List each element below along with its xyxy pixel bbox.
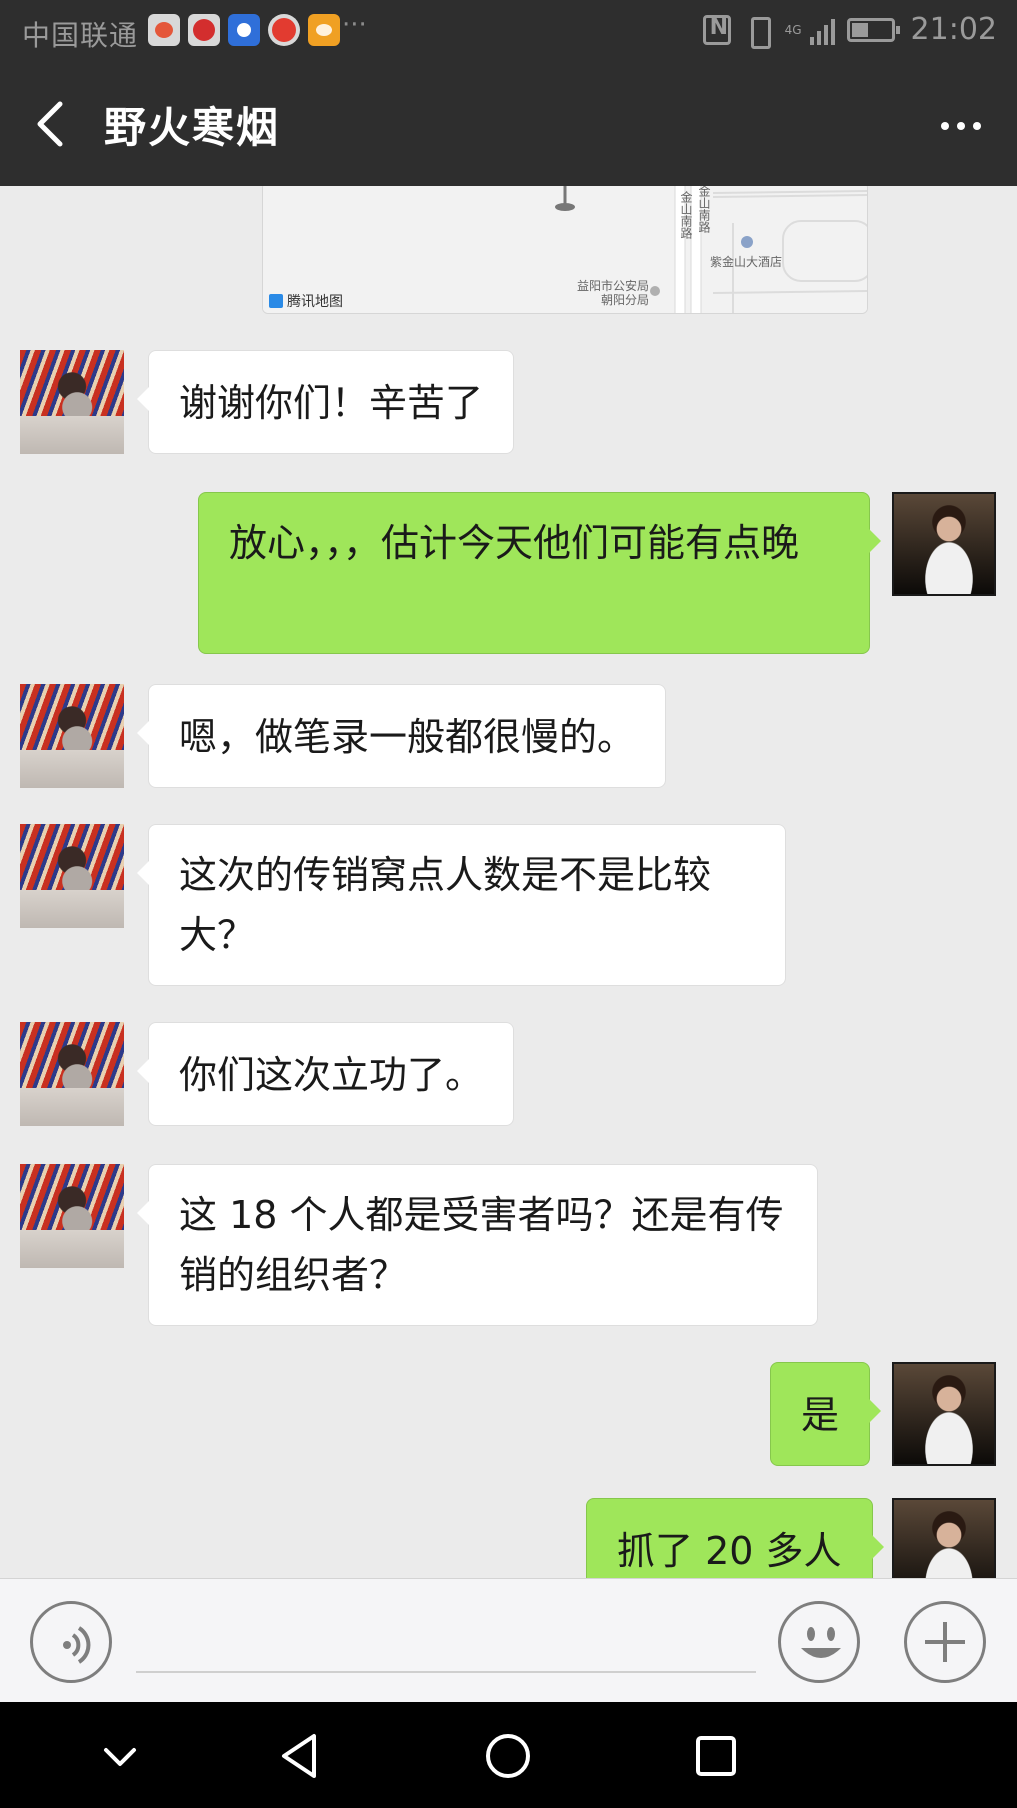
nav-recents-button[interactable]	[684, 1724, 748, 1788]
location-map-card[interactable]: 金山南路 金山南路 紫金山大酒店 益阳市公安局 朝阳分局 腾讯地图	[262, 186, 868, 314]
back-button[interactable]	[20, 92, 84, 156]
plus-icon	[925, 1622, 965, 1662]
contact-avatar[interactable]	[20, 1164, 124, 1268]
music-app-icon	[268, 14, 300, 46]
incoming-message-bubble[interactable]: 嗯，做笔录一般都很慢的。	[136, 684, 667, 788]
signal-icon	[809, 15, 835, 45]
chevron-left-icon	[37, 101, 63, 147]
more-notifications-icon: ···	[342, 10, 367, 40]
incoming-message-bubble[interactable]: 谢谢你们！辛苦了	[136, 350, 515, 454]
nav-home-button[interactable]	[476, 1724, 540, 1788]
vibrate-icon	[743, 15, 773, 49]
battery-icon	[846, 17, 900, 42]
map-graphic	[263, 186, 867, 313]
video-app-icon	[188, 14, 220, 46]
square-recent-icon	[696, 1736, 736, 1776]
notification-icons	[148, 14, 340, 46]
incoming-message-bubble[interactable]: 你们这次立功了。	[136, 1022, 515, 1126]
contact-avatar[interactable]	[20, 350, 124, 454]
chat-message-list[interactable]: 金山南路 金山南路 紫金山大酒店 益阳市公安局 朝阳分局 腾讯地图 谢谢你们！辛…	[0, 186, 1017, 1578]
outgoing-message-bubble[interactable]: 是	[770, 1362, 882, 1466]
outgoing-message-bubble[interactable]: 抓了 20 多人	[586, 1498, 884, 1578]
wechat-chat-screen: 中国联通 ··· 4G 21:02 野火寒烟	[0, 0, 1017, 1808]
map-attribution: 腾讯地图	[269, 291, 343, 311]
map-road-label: 金山南路	[679, 191, 693, 239]
outgoing-message-bubble[interactable]: 放心，，，估计今天他们可能有点晚	[198, 492, 881, 654]
nav-hide-button[interactable]	[88, 1724, 152, 1788]
contact-avatar[interactable]	[20, 684, 124, 788]
chevron-down-icon	[104, 1748, 136, 1766]
pig-app-icon	[308, 14, 340, 46]
contact-avatar[interactable]	[20, 1022, 124, 1126]
chat-title: 野火寒烟	[104, 103, 281, 152]
contact-avatar[interactable]	[20, 824, 124, 928]
more-actions-button[interactable]	[904, 1601, 986, 1683]
incoming-message-bubble[interactable]: 这次的传销窝点人数是不是比较大？	[137, 824, 786, 986]
system-navigation-bar	[0, 1702, 1017, 1808]
voice-icon	[63, 1626, 91, 1664]
more-menu-button[interactable]	[929, 94, 993, 158]
my-avatar[interactable]	[892, 492, 996, 596]
more-dots-icon	[941, 122, 949, 130]
map-road-label: 金山南路	[697, 186, 711, 233]
status-bar: 中国联通 ··· 4G 21:02	[0, 0, 1017, 64]
triangle-back-icon	[282, 1734, 316, 1778]
my-avatar[interactable]	[892, 1498, 996, 1578]
my-avatar[interactable]	[892, 1362, 996, 1466]
incoming-message-bubble[interactable]: 这 18 个人都是受害者吗？还是有传销的组织者？	[137, 1164, 818, 1326]
nfc-icon	[702, 14, 731, 45]
chat-header: 野火寒烟	[0, 64, 1017, 186]
map-poi-label: 朝阳分局	[601, 293, 650, 307]
emoji-button[interactable]	[778, 1601, 860, 1683]
carrier-name: 中国联通	[22, 19, 139, 52]
tencent-map-logo-icon	[269, 294, 283, 308]
weibo-icon	[148, 14, 180, 46]
voice-button[interactable]	[30, 1601, 112, 1683]
circle-home-icon	[486, 1734, 530, 1778]
map-hotel-label: 紫金山大酒店	[710, 255, 783, 269]
clock: 21:02	[910, 12, 997, 47]
message-input-bar	[0, 1578, 1017, 1702]
message-input[interactable]	[136, 1607, 756, 1673]
baidu-icon	[228, 14, 260, 46]
status-indicators: 4G 21:02	[702, 12, 997, 49]
emoji-icon	[801, 1627, 841, 1658]
nav-back-button[interactable]	[270, 1724, 334, 1788]
network-type: 4G	[784, 22, 802, 37]
